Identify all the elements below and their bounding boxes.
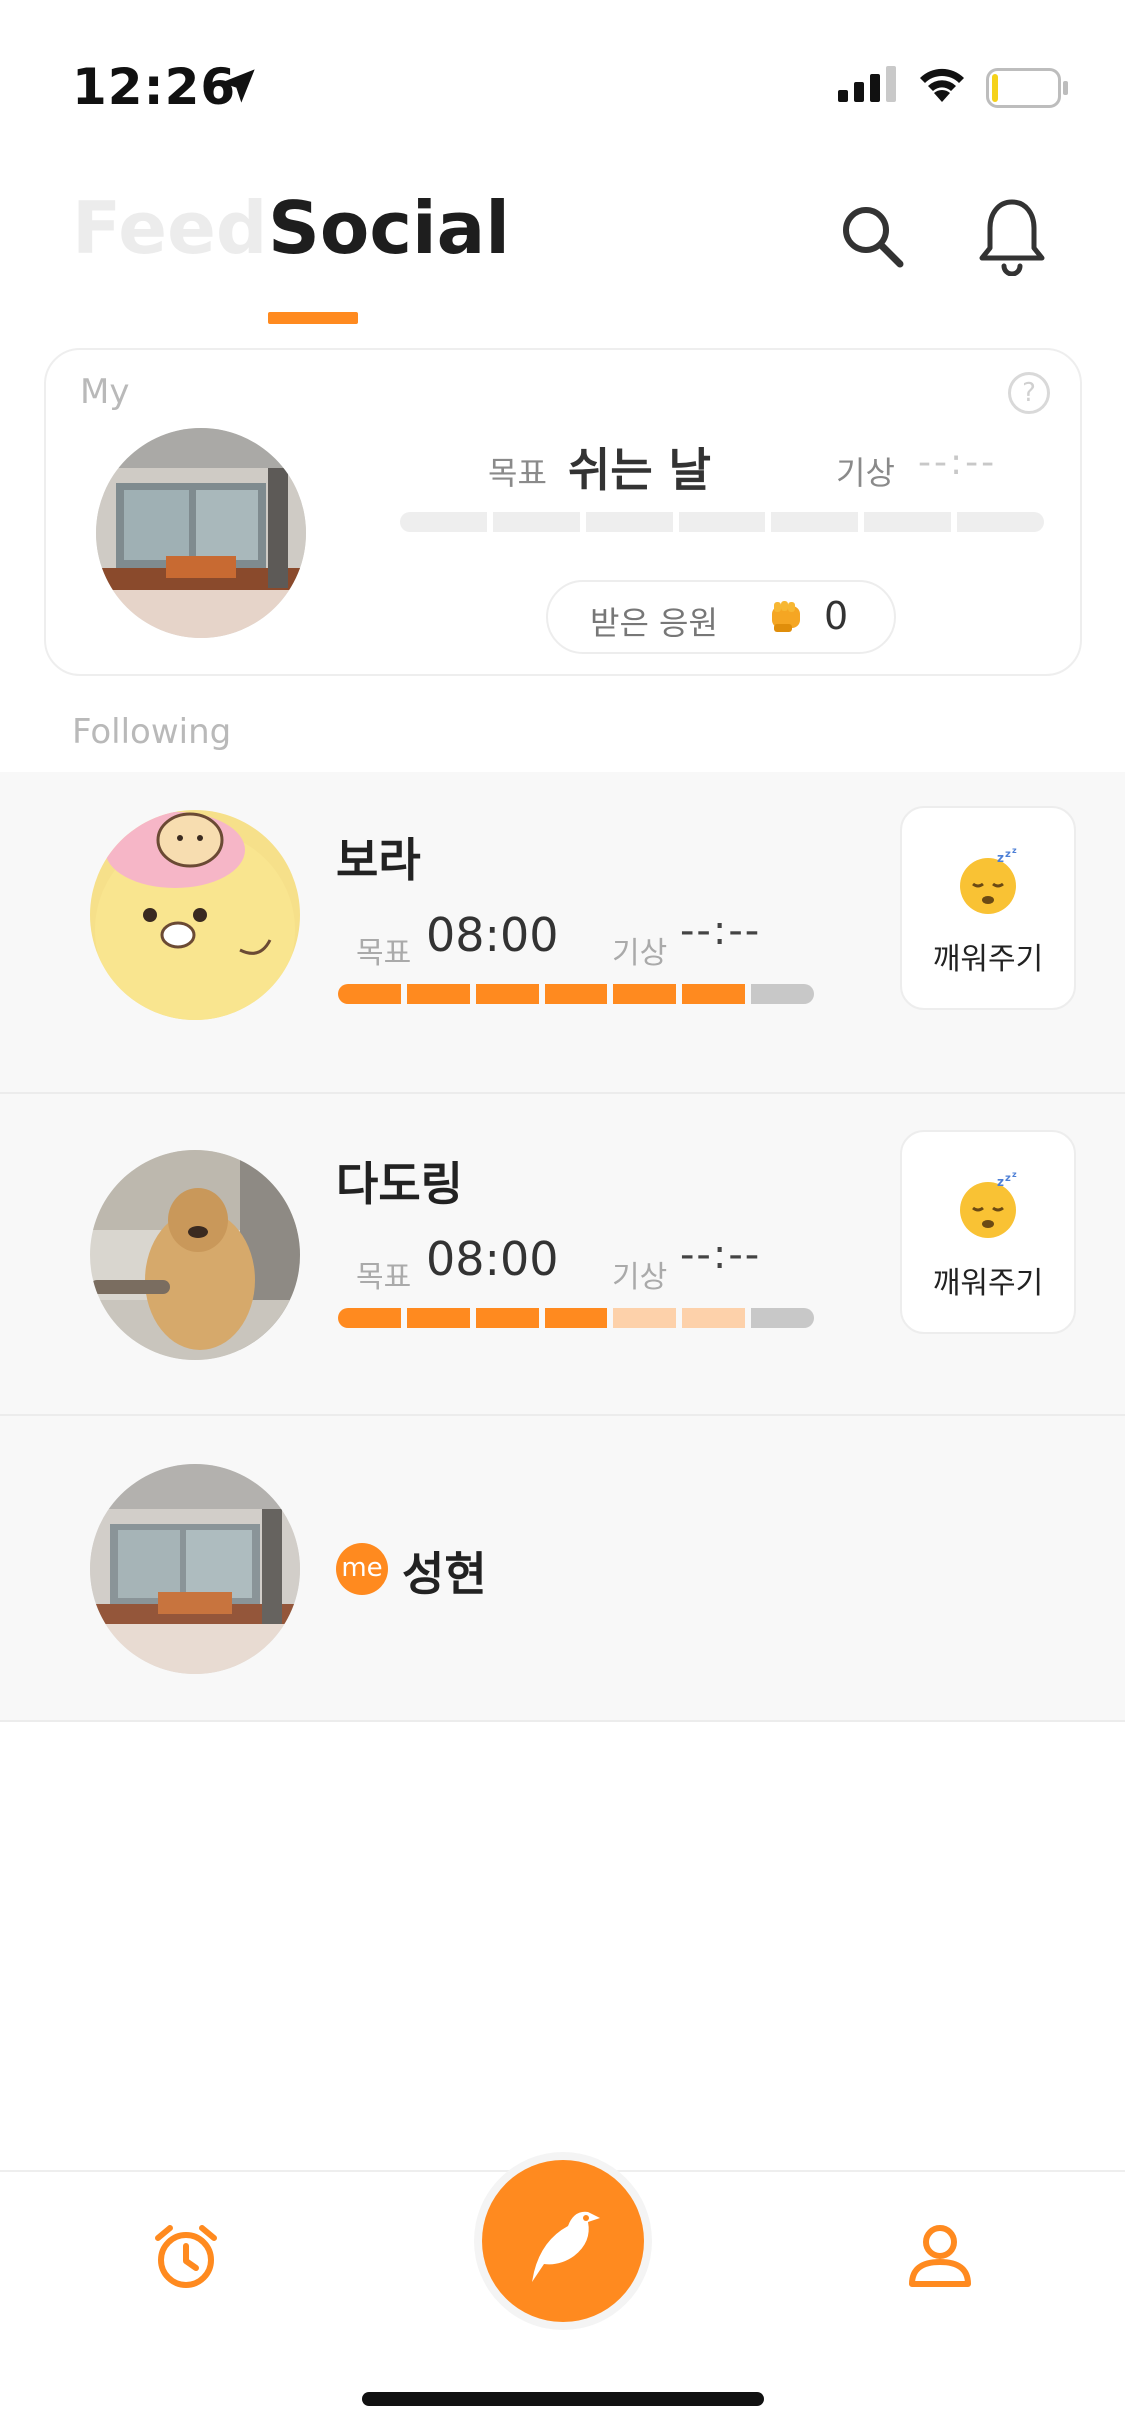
wake-label: 기상 (612, 936, 668, 971)
progress-segment (475, 984, 539, 1004)
following-section-label: Following (72, 712, 232, 752)
bell-icon[interactable] (976, 196, 1048, 276)
wake-label: 기상 (836, 454, 895, 492)
progress-segment (613, 1308, 677, 1328)
svg-text:z: z (997, 851, 1004, 865)
my-section-label: My (80, 372, 130, 412)
cheer-count: 0 (824, 594, 849, 638)
avatar[interactable] (90, 1464, 300, 1674)
search-icon[interactable] (836, 200, 908, 272)
progress-segment (400, 512, 487, 532)
progress-segment (585, 512, 673, 532)
wake-up-button[interactable]: z z z 깨워주기 (900, 1130, 1076, 1334)
following-list: 보라 목표 08:00 기상 --:-- z z z 깨워주기 다도링 목표 0… (0, 772, 1125, 1722)
help-icon[interactable]: ? (1008, 372, 1050, 414)
status-bar: 12:26 (0, 0, 1125, 150)
progress-segment (406, 1308, 470, 1328)
progress-segment (338, 1308, 401, 1328)
tab-social[interactable]: Social (268, 186, 510, 270)
progress-segment (682, 984, 746, 1004)
progress-segment (475, 1308, 539, 1328)
wake-label: 기상 (612, 1260, 668, 1295)
status-time: 12:26 (72, 58, 237, 116)
profile-icon[interactable] (904, 2220, 976, 2292)
wake-progress-bar (338, 984, 815, 1004)
svg-text:z: z (1012, 846, 1017, 855)
wake-up-button-label: 깨워주기 (932, 1266, 1044, 1301)
progress-segment (957, 512, 1045, 532)
header: Feed Social (0, 180, 1125, 330)
sleeping-face-icon: z z z (960, 1170, 1017, 1238)
wifi-icon (920, 68, 964, 102)
received-cheers-pill[interactable]: 받은 응원 0 (546, 580, 896, 654)
bird-icon (532, 2211, 600, 2282)
progress-segment (771, 512, 859, 532)
goal-value: 쉬는 날 (568, 443, 711, 497)
home-indicator (362, 2392, 764, 2406)
battery-icon (986, 68, 1068, 108)
progress-segment (682, 1308, 746, 1328)
list-item[interactable]: 보라 목표 08:00 기상 --:-- z z z 깨워주기 (0, 772, 1125, 1094)
progress-segment (492, 512, 580, 532)
location-arrow-icon (221, 69, 255, 103)
cheer-label: 받은 응원 (590, 604, 718, 642)
progress-segment (544, 984, 608, 1004)
progress-segment (751, 1308, 815, 1328)
bottom-nav (0, 2160, 1125, 2436)
alarm-clock-icon[interactable] (150, 2220, 222, 2292)
progress-segment (406, 984, 470, 1004)
my-status-card: My ? 목표 쉬는 날 기상 --:-- 받은 응원 0 (44, 348, 1082, 676)
wake-value: --:-- (918, 442, 998, 483)
wake-up-button[interactable]: z z z 깨워주기 (900, 806, 1076, 1010)
wake-value: --:-- (680, 1232, 762, 1278)
goal-label: 목표 (356, 1260, 412, 1295)
goal-value: 08:00 (426, 1232, 559, 1286)
wake-up-button-label: 깨워주기 (932, 942, 1044, 977)
me-badge: me (336, 1543, 388, 1595)
avatar[interactable] (90, 1150, 300, 1360)
goal-label: 목표 (488, 454, 547, 492)
svg-text:z: z (1005, 1173, 1011, 1184)
fist-icon (772, 601, 800, 632)
user-name: 성현 (402, 1547, 487, 1601)
user-name: 다도링 (336, 1157, 463, 1211)
list-item[interactable]: me 성현 (0, 1416, 1125, 1722)
progress-segment (544, 1308, 608, 1328)
svg-text:z: z (997, 1175, 1004, 1189)
tab-feed[interactable]: Feed (72, 186, 267, 270)
center-bird-button[interactable] (482, 2160, 644, 2322)
user-name: 보라 (336, 833, 421, 887)
progress-segment (678, 512, 766, 532)
svg-text:z: z (1012, 1170, 1017, 1179)
progress-segment (613, 984, 677, 1004)
progress-segment (864, 512, 952, 532)
my-progress-bar (400, 512, 1045, 532)
goal-value: 08:00 (426, 908, 559, 962)
active-tab-indicator (268, 312, 358, 324)
goal-label: 목표 (356, 936, 412, 971)
wake-progress-bar (338, 1308, 815, 1328)
sleeping-face-icon: z z z (960, 846, 1017, 914)
my-goal-row: 목표 쉬는 날 기상 --:-- (444, 434, 1044, 497)
progress-segment (751, 984, 815, 1004)
avatar[interactable] (96, 428, 306, 638)
wake-value: --:-- (680, 908, 762, 954)
svg-text:z: z (1005, 849, 1011, 860)
signal-icon (838, 66, 896, 102)
avatar[interactable] (90, 810, 300, 1020)
list-item[interactable]: 다도링 목표 08:00 기상 --:-- z z z 깨워주기 (0, 1094, 1125, 1416)
progress-segment (338, 984, 401, 1004)
